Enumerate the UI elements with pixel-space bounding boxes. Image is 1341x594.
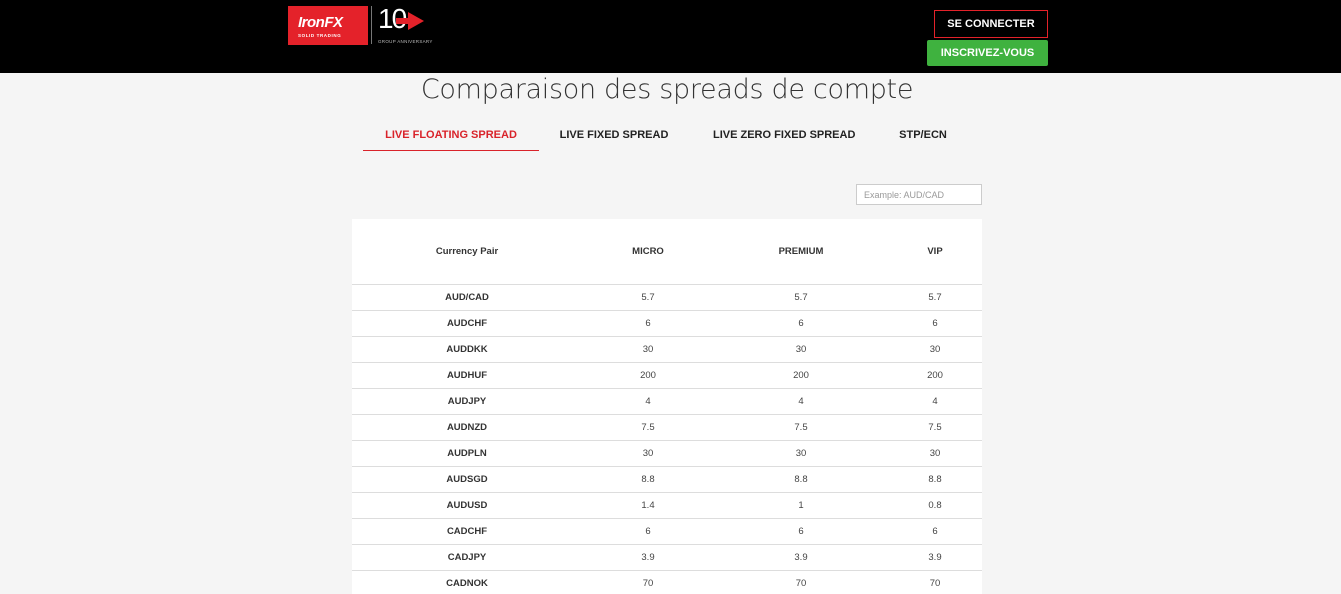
signup-button[interactable]: INSCRIVEZ-VOUS (927, 40, 1048, 66)
currency-search-input[interactable] (856, 184, 982, 205)
cell-currency-pair: CADNOK (446, 578, 488, 589)
logo-badge: IronFX SOLID TRADING (288, 6, 368, 45)
logo-text: IronFX (298, 14, 343, 31)
table-row: AUDDKK 30 30 30 (352, 337, 982, 363)
cell-currency-pair: AUDDKK (446, 344, 488, 355)
cell-currency-pair: AUDUSD (446, 500, 488, 511)
table-row: AUDUSD 1.4 1 0.8 (352, 493, 982, 519)
anniversary-subtitle: GROUP ANNIVERSARY (378, 39, 433, 44)
cell-vip: 70 (929, 578, 941, 589)
cell-vip: 6 (932, 318, 938, 329)
cell-currency-pair: AUD/CAD (445, 292, 489, 303)
cell-vip: 4 (932, 396, 938, 407)
spreads-table: Currency Pair MICRO PREMIUM VIP AUD/CAD 5… (352, 219, 982, 594)
logo-tagline: SOLID TRADING (298, 33, 342, 38)
tab-live-floating-spread[interactable]: LIVE FLOATING SPREAD (363, 124, 539, 151)
tab-stp-ecn[interactable]: STP/ECN (891, 124, 955, 151)
column-header-vip: VIP (927, 246, 943, 257)
logo-divider (371, 6, 372, 44)
cell-currency-pair: AUDJPY (447, 396, 487, 407)
table-row: CADNOK 70 70 70 (352, 571, 982, 594)
tab-live-zero-fixed-spread[interactable]: LIVE ZERO FIXED SPREAD (713, 124, 855, 151)
table-row: AUDCHF 6 6 6 (352, 311, 982, 337)
table-header-row: Currency Pair MICRO PREMIUM VIP (352, 219, 982, 285)
column-header-currency-pair: Currency Pair (435, 246, 499, 257)
cell-currency-pair: AUDSGD (446, 474, 488, 485)
login-button[interactable]: SE CONNECTER (934, 10, 1048, 38)
cell-currency-pair: CADCHF (446, 526, 488, 537)
cell-currency-pair: CADJPY (447, 552, 487, 563)
ironfx-logo[interactable]: IronFX SOLID TRADING 10 GROUP ANNIVERSAR… (288, 4, 448, 46)
cell-vip: 200 (927, 370, 943, 381)
cell-vip: 7.5 (928, 422, 942, 433)
cell-vip: 3.9 (928, 552, 942, 563)
cell-currency-pair: AUDPLN (447, 448, 487, 459)
cell-currency-pair: AUDNZD (446, 422, 488, 433)
table-row: AUDJPY 4 4 4 (352, 389, 982, 415)
top-header-bar: IronFX SOLID TRADING 10 GROUP ANNIVERSAR… (0, 0, 1341, 73)
anniversary-arrow-icon (408, 12, 424, 30)
cell-vip: 30 (929, 448, 941, 459)
table-row: CADCHF 6 6 6 (352, 519, 982, 545)
table-body: AUD/CAD 5.7 5.7 5.7 AUDCHF 6 6 6 AUDDKK 30 30 30 AUD… (352, 285, 982, 594)
table-row: AUDSGD 8.8 8.8 8.8 (352, 467, 982, 493)
table-row: AUD/CAD 5.7 5.7 5.7 (352, 285, 982, 311)
cell-vip: 8.8 (928, 474, 942, 485)
anniversary-badge: 10 GROUP ANNIVERSARY (378, 4, 448, 46)
table-row: AUDPLN 30 30 30 (352, 441, 982, 467)
cell-currency-pair: AUDCHF (446, 318, 488, 329)
tab-live-fixed-spread[interactable]: LIVE FIXED SPREAD (559, 124, 669, 151)
table-row: CADJPY 3.9 3.9 3.9 (352, 545, 982, 571)
cell-vip: 30 (929, 344, 941, 355)
cell-vip: 0.8 (928, 500, 942, 511)
cell-currency-pair: AUDHUF (446, 370, 488, 381)
table-row: AUDNZD 7.5 7.5 7.5 (352, 415, 982, 441)
table-row: AUDHUF 200 200 200 (352, 363, 982, 389)
cell-vip: 6 (932, 526, 938, 537)
cell-vip: 5.7 (928, 292, 942, 303)
page-title: Comparaison des spreads de compte (420, 74, 914, 105)
